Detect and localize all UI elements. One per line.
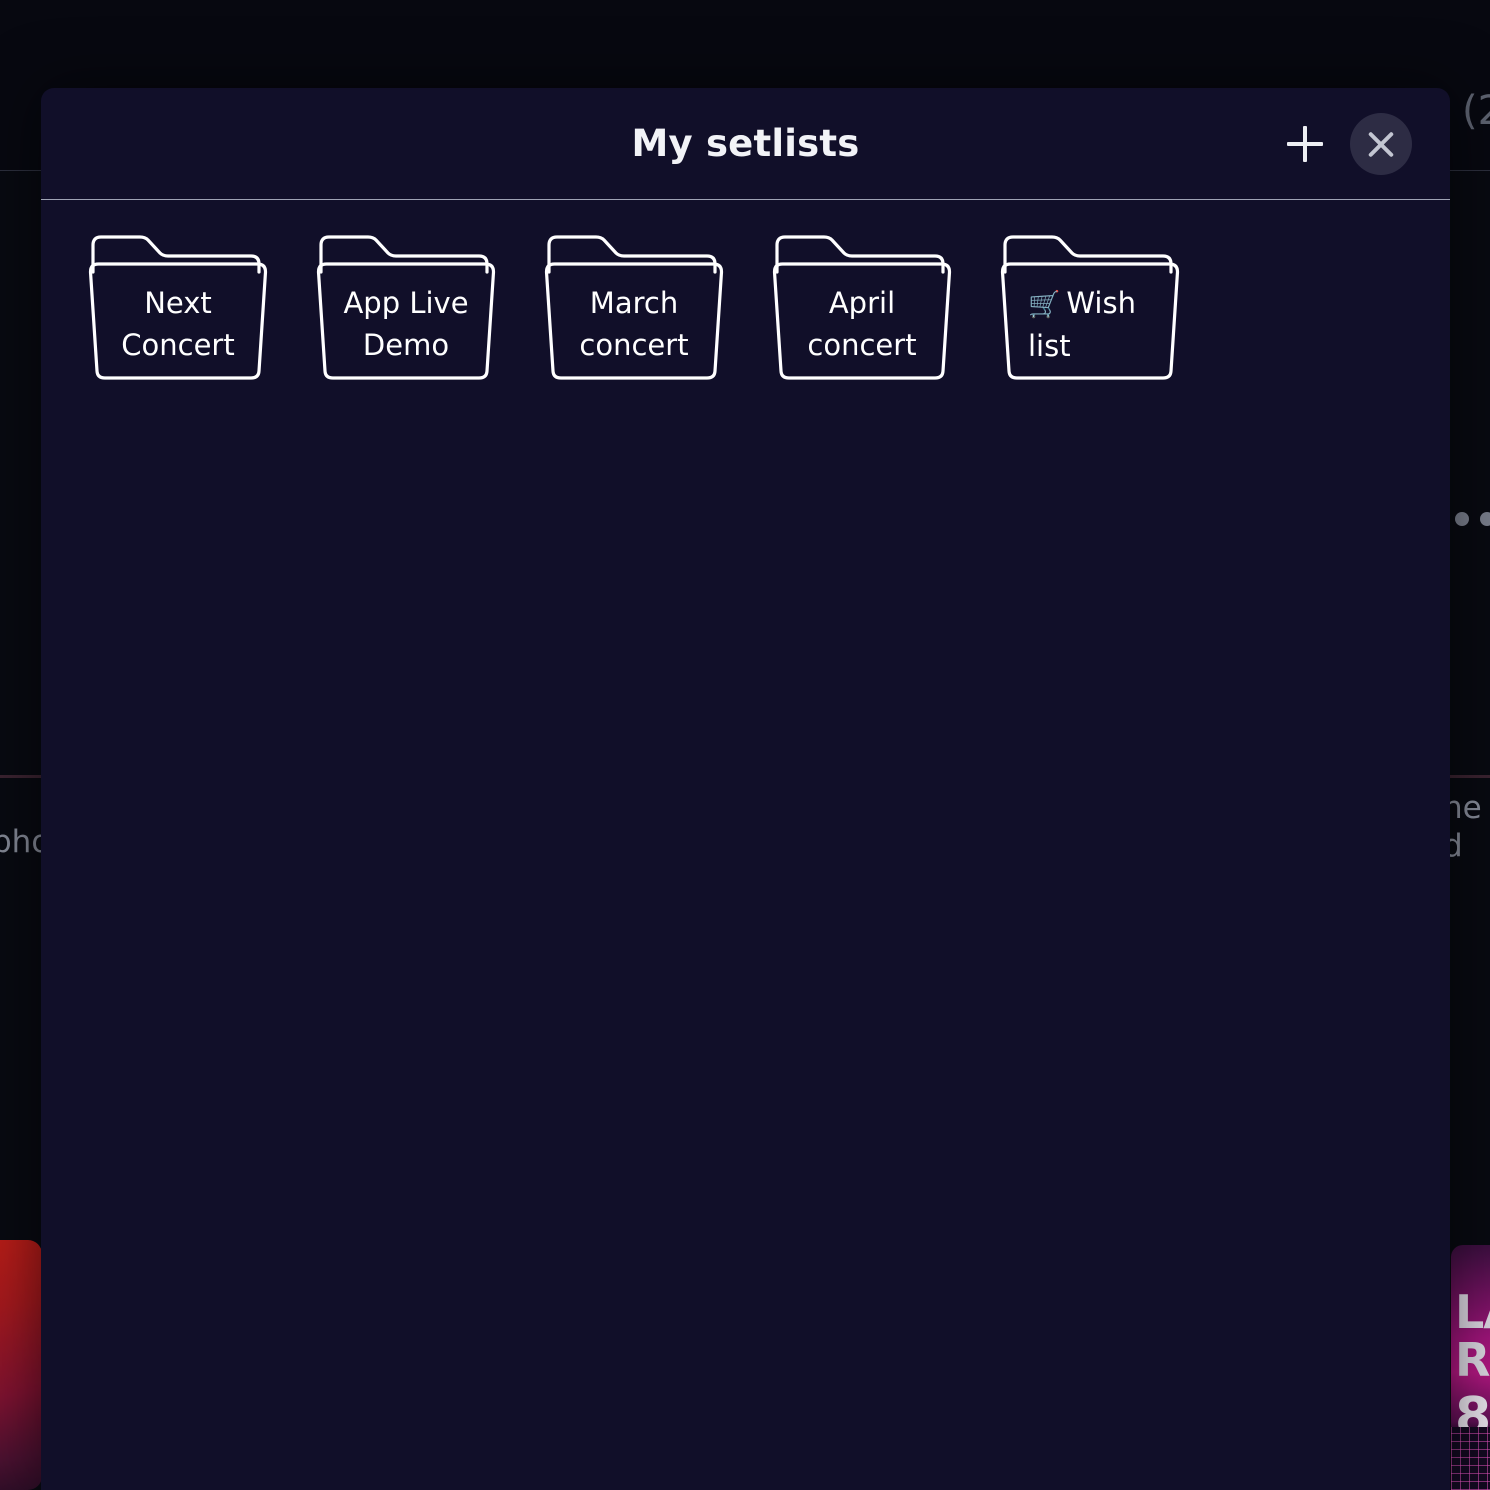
dot [1455, 512, 1469, 526]
background-artwork-retro-poster: LA RO 80 [1451, 1245, 1490, 1490]
setlist-folder-label: March concert [544, 282, 724, 366]
ellipsis-horizontal-icon[interactable] [1455, 512, 1490, 526]
setlist-folder-march-concert[interactable]: March concert [544, 228, 724, 383]
modal-header-actions [1278, 88, 1412, 200]
setlist-folder-label: 🛒 Wish list [1000, 282, 1180, 367]
setlist-folder-april-concert[interactable]: April concert [772, 228, 952, 383]
retro-poster-line-2: RO [1455, 1333, 1490, 1387]
setlist-folder-next-concert[interactable]: Next Concert [88, 228, 268, 383]
shopping-cart-icon: 🛒 [1028, 290, 1061, 320]
retro-poster-grid [1451, 1427, 1490, 1490]
close-modal-button[interactable] [1350, 113, 1412, 175]
setlist-folder-name: Next Concert [121, 286, 235, 363]
setlist-folder-name: App Live Demo [343, 286, 469, 363]
background-count-text: (2 [1462, 88, 1490, 134]
add-setlist-button[interactable] [1278, 117, 1332, 171]
background-artwork-red [0, 1240, 42, 1490]
retro-poster-line-1: LA [1455, 1285, 1490, 1339]
page-title: My setlists [631, 122, 860, 165]
setlist-folder-wish-list[interactable]: 🛒 Wish list [1000, 228, 1180, 383]
setlist-folder-app-live-demo[interactable]: App Live Demo [316, 228, 496, 383]
setlist-folder-name: March concert [579, 286, 689, 363]
modal-body: Next Concert App Live Demo March concert [41, 200, 1450, 383]
setlist-folder-label: Next Concert [88, 282, 268, 366]
my-setlists-modal: My setlists Next Concert App Live Demo M… [41, 88, 1450, 1490]
setlist-folder-label: App Live Demo [316, 282, 496, 366]
dot [1480, 512, 1490, 526]
setlist-folder-label: April concert [772, 282, 952, 366]
setlist-folder-grid: Next Concert App Live Demo March concert [88, 228, 1450, 383]
modal-header: My setlists [41, 88, 1450, 200]
setlist-folder-name: April concert [807, 286, 917, 363]
